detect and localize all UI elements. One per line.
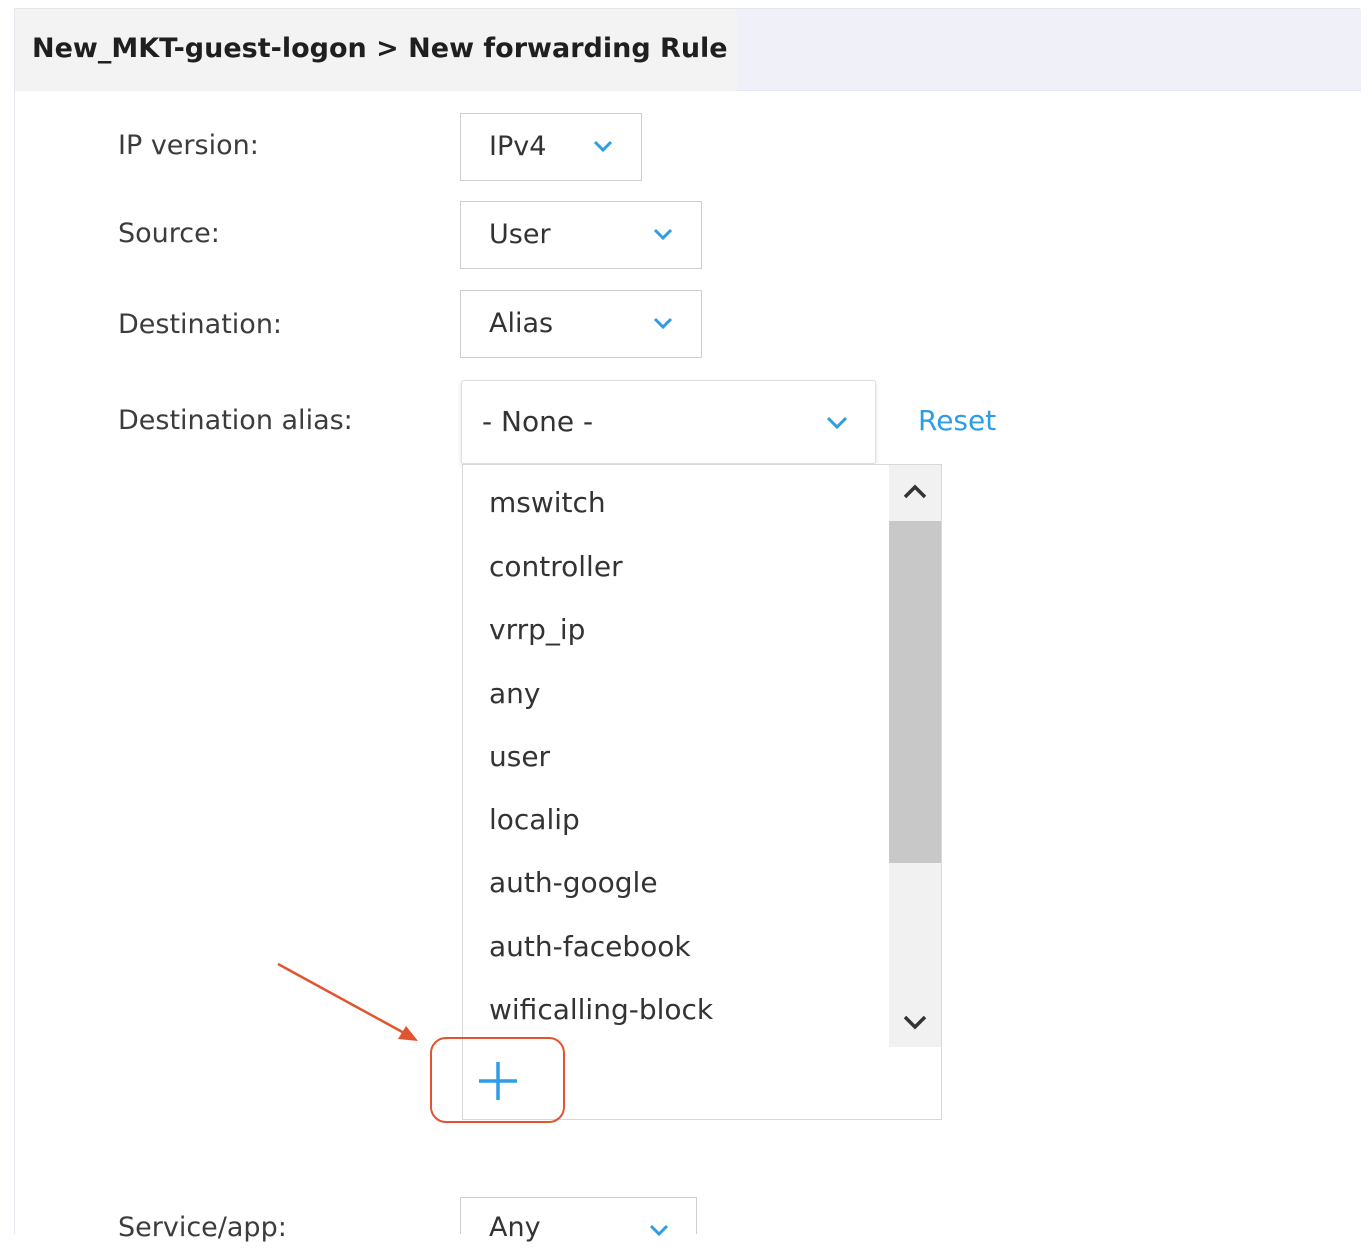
destination-alias-select[interactable]: - None -	[461, 380, 876, 464]
ip-version-select[interactable]: IPv4	[460, 113, 642, 181]
alias-dropdown-list[interactable]: mswitch controller vrrp_ip any user loca…	[462, 464, 942, 1120]
destination-alias-label: Destination alias:	[118, 405, 353, 436]
ip-version-value: IPv4	[489, 131, 547, 162]
chevron-down-icon	[649, 1224, 669, 1237]
page-title: New_MKT-guest-logon > New forwarding Rul…	[32, 33, 728, 64]
chevron-down-icon	[593, 140, 613, 153]
destination-alias-value: - None -	[482, 405, 594, 438]
list-item[interactable]: auth-facebook	[489, 930, 691, 963]
destination-label: Destination:	[118, 309, 283, 340]
destination-select[interactable]: Alias	[460, 290, 702, 358]
list-item[interactable]: localip	[489, 803, 580, 836]
highlight-box	[430, 1037, 565, 1123]
scrollbar-thumb[interactable]	[889, 521, 941, 863]
destination-value: Alias	[489, 308, 554, 339]
header-tab: New_MKT-guest-logon > New forwarding Rul…	[15, 9, 737, 91]
service-app-value: Any	[489, 1212, 541, 1243]
arrow-icon	[277, 962, 418, 1041]
list-item[interactable]: any	[489, 677, 540, 710]
list-scrollbar[interactable]	[889, 465, 941, 1047]
reset-link[interactable]: Reset	[918, 404, 996, 437]
chevron-down-icon	[653, 317, 673, 330]
chevron-up-icon[interactable]	[889, 465, 941, 517]
list-item[interactable]: wificalling-block	[489, 993, 713, 1026]
service-app-label: Service/app:	[118, 1212, 287, 1243]
source-select[interactable]: User	[460, 201, 702, 269]
list-item[interactable]: auth-google	[489, 866, 658, 899]
ip-version-label: IP version:	[118, 130, 259, 161]
chevron-down-icon	[653, 228, 673, 241]
list-item[interactable]: user	[489, 740, 550, 773]
list-item[interactable]: controller	[489, 550, 623, 583]
service-app-select[interactable]: Any	[460, 1197, 697, 1243]
chevron-down-icon[interactable]	[889, 995, 941, 1047]
header-bar: New_MKT-guest-logon > New forwarding Rul…	[15, 9, 1361, 91]
source-label: Source:	[118, 218, 220, 249]
list-item[interactable]: vrrp_ip	[489, 613, 585, 646]
source-value: User	[489, 219, 551, 250]
list-item[interactable]: mswitch	[489, 486, 606, 519]
chevron-down-icon	[826, 416, 848, 430]
